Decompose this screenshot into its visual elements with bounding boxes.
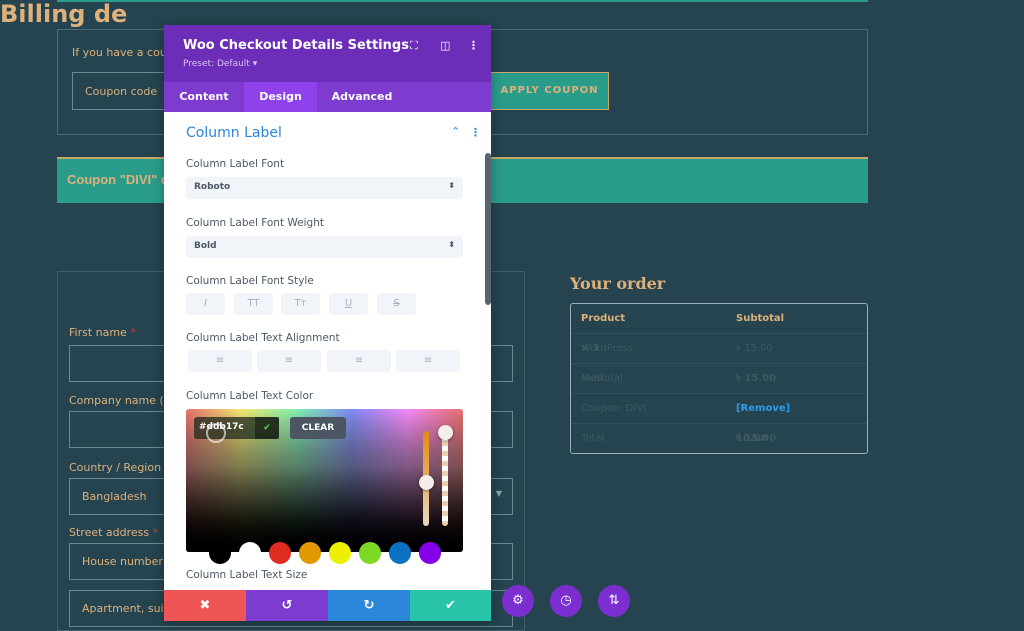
opacity-slider-handle[interactable] <box>438 425 453 440</box>
chevron-up-icon[interactable]: ⌃ <box>451 125 460 138</box>
settings-fab[interactable]: ⚙ <box>502 585 534 617</box>
street-address-label: Street address * <box>69 526 158 539</box>
billing-title: Billing de <box>0 0 128 28</box>
swatch-black[interactable] <box>209 542 231 564</box>
split-view-icon[interactable]: ◫ <box>440 39 450 52</box>
opacity-slider[interactable] <box>442 431 448 526</box>
capitalize-button[interactable]: Tт <box>281 293 320 315</box>
required-mark: * <box>152 526 159 539</box>
remove-coupon-link[interactable]: [Remove] <box>736 394 790 424</box>
font-label: Column Label Font <box>186 158 285 170</box>
color-cursor[interactable] <box>206 423 226 443</box>
clock-icon: ◷ <box>560 593 572 608</box>
clear-button[interactable]: CLEAR <box>290 417 346 439</box>
history-fab[interactable]: ◷ <box>550 585 582 617</box>
tab-advanced[interactable]: Advanced <box>317 82 407 112</box>
first-name-label: First name * <box>69 326 136 339</box>
tab-design[interactable]: Design <box>244 82 317 112</box>
select-arrows-icon: ⬍ <box>448 181 455 190</box>
italic-button[interactable]: I <box>186 293 225 315</box>
font-weight-value: Bold <box>194 241 217 251</box>
color-picker[interactable]: #ddb17c ✔ CLEAR <box>186 409 463 552</box>
table-row: Coupon: DIVI -৳ 10.00 [Remove] <box>571 394 867 444</box>
swatch-orange[interactable] <box>299 542 321 564</box>
table-row: Total ৳ 15.00 <box>571 424 867 454</box>
swatch-blue[interactable] <box>389 542 411 564</box>
align-left-icon[interactable]: ≡ <box>188 350 252 372</box>
save-button[interactable]: ✔ <box>410 590 491 621</box>
apply-coupon-button[interactable]: APPLY COUPON <box>490 72 609 110</box>
row-value: ৳ 15.00 <box>736 373 777 384</box>
strikethrough-button[interactable]: S <box>377 293 416 315</box>
font-style-label: Column Label Font Style <box>186 275 314 287</box>
font-weight-label: Column Label Font Weight <box>186 217 324 229</box>
table-row: Subtotal ৳ 15.00 <box>571 364 867 394</box>
settings-panel: Woo Checkout Details Settings Preset: De… <box>164 25 491 621</box>
top-divider <box>57 0 868 2</box>
row-label: Subtotal <box>581 373 623 384</box>
header-product: Product <box>581 313 626 324</box>
swatch-yellow[interactable] <box>329 542 351 564</box>
align-center-icon[interactable]: ≡ <box>257 350 321 372</box>
section-title[interactable]: Column Label <box>186 125 282 141</box>
font-weight-select[interactable]: Bold ⬍ <box>186 236 463 258</box>
align-justify-icon[interactable]: ≡ <box>396 350 460 372</box>
tab-content[interactable]: Content <box>164 82 244 112</box>
swatch-white[interactable] <box>239 542 261 564</box>
sort-arrows-icon: ⇅ <box>608 593 620 608</box>
fullscreen-icon[interactable]: ⛶ <box>410 39 418 53</box>
sort-fab[interactable]: ⇅ <box>598 585 630 617</box>
required-mark: * <box>130 326 136 339</box>
redo-icon: ↻ <box>363 598 375 613</box>
row-value: ৳ 15.00 <box>736 433 777 444</box>
order-table: Product Subtotal WordPress Music × 1 ৳ 15.… <box>570 303 868 454</box>
header-subtotal: Subtotal <box>736 313 785 324</box>
redo-button[interactable]: ↻ <box>328 590 410 621</box>
font-value: Roboto <box>194 182 231 192</box>
font-select[interactable]: Roboto ⬍ <box>186 177 463 199</box>
text-alignment-label: Column Label Text Alignment <box>186 332 340 344</box>
panel-title: Woo Checkout Details Settings <box>183 38 409 53</box>
label-text: Street address <box>69 526 150 539</box>
label-text: Country / Region <box>69 461 162 474</box>
product-name: WordPress Music × 1 <box>581 334 633 384</box>
hue-slider-handle[interactable] <box>419 475 434 490</box>
underline-button[interactable]: U <box>329 293 368 315</box>
panel-tabs: Content Design Advanced <box>164 82 491 112</box>
more-options-icon[interactable]: ⋮ <box>468 39 479 52</box>
undo-icon: ↺ <box>281 598 293 613</box>
country-label: Country / Region * <box>69 461 170 474</box>
text-size-label: Column Label Text Size <box>186 569 308 581</box>
undo-button[interactable]: ↺ <box>246 590 328 621</box>
company-name-label: Company name (op <box>69 394 178 407</box>
section-more-icon[interactable]: ⋮ <box>470 126 481 139</box>
cancel-button[interactable]: ✖ <box>164 590 246 621</box>
table-row: WordPress Music × 1 ৳ 15.00 <box>571 334 867 384</box>
panel-header: Woo Checkout Details Settings Preset: De… <box>164 25 491 82</box>
select-arrows-icon: ⬍ <box>448 240 455 249</box>
check-icon: ✔ <box>445 598 456 613</box>
swatch-red[interactable] <box>269 542 291 564</box>
gear-icon: ⚙ <box>512 593 524 608</box>
order-title: Your order <box>570 274 666 293</box>
align-right-icon[interactable]: ≡ <box>327 350 391 372</box>
table-header: Product Subtotal <box>571 304 867 334</box>
text-color-label: Column Label Text Color <box>186 390 314 402</box>
close-icon: ✖ <box>199 598 211 613</box>
swatch-green[interactable] <box>359 542 381 564</box>
label-text: First name <box>69 326 127 339</box>
swatch-purple[interactable] <box>419 542 441 564</box>
chevron-down-icon: ▼ <box>495 489 502 498</box>
row-label: Total <box>581 433 605 444</box>
uppercase-button[interactable]: TT <box>234 293 273 315</box>
preset-dropdown[interactable]: Preset: Default ▾ <box>183 59 257 69</box>
country-value: Bangladesh <box>82 490 147 503</box>
row-value: ৳ 15.00 <box>736 343 773 354</box>
check-icon[interactable]: ✔ <box>255 417 279 439</box>
scrollbar[interactable] <box>485 153 491 305</box>
row-label: Coupon: DIVI <box>581 403 647 414</box>
